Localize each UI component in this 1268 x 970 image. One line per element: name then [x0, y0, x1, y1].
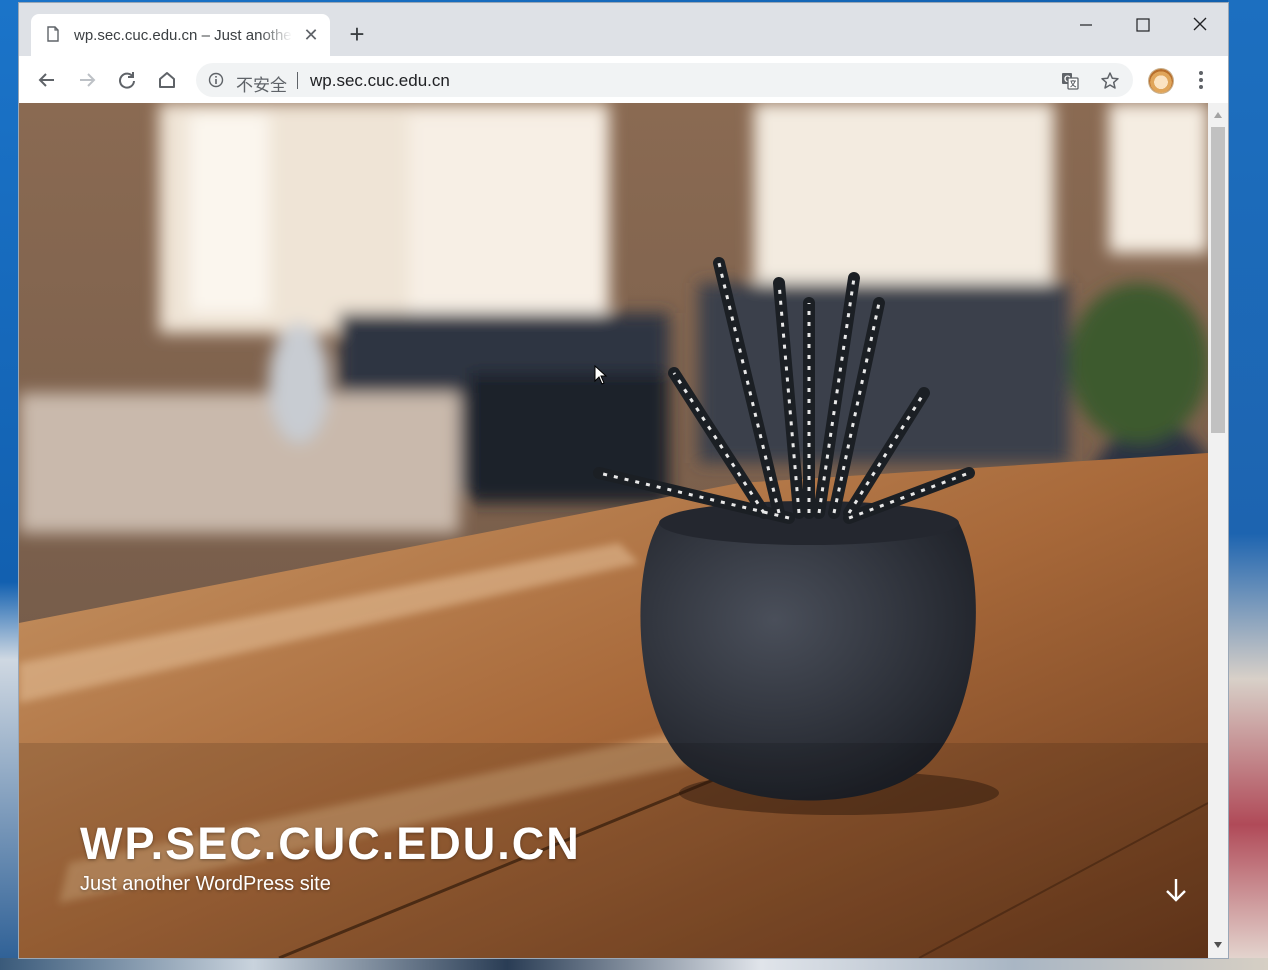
home-icon[interactable]: [155, 68, 179, 92]
minimize-icon[interactable]: [1071, 11, 1101, 39]
tab-strip: wp.sec.cuc.edu.cn – Just another WordPre…: [19, 3, 1228, 56]
site-tagline: Just another WordPress site: [80, 873, 331, 895]
browser-tab[interactable]: wp.sec.cuc.edu.cn – Just another WordPre…: [31, 14, 330, 56]
new-tab-button[interactable]: +: [345, 21, 369, 47]
reload-icon[interactable]: [115, 68, 139, 92]
info-icon[interactable]: [208, 72, 224, 88]
arrow-down-icon[interactable]: [1163, 876, 1189, 904]
address-bar[interactable]: 不安全 wp.sec.cuc.edu.cn G: [196, 63, 1133, 97]
maximize-icon[interactable]: [1128, 11, 1158, 39]
mouse-pointer-icon: [594, 365, 608, 385]
scroll-up-arrow-icon[interactable]: [1213, 111, 1223, 119]
vertical-scrollbar[interactable]: [1208, 103, 1228, 958]
translate-icon[interactable]: G: [1060, 71, 1080, 91]
page-viewport: WP.SEC.CUC.EDU.CN Just another WordPress…: [19, 103, 1208, 958]
desktop-background-left: [0, 0, 20, 970]
browser-window: wp.sec.cuc.edu.cn – Just another WordPre…: [19, 3, 1228, 958]
bookmark-star-icon[interactable]: [1100, 71, 1120, 91]
browser-toolbar: 不安全 wp.sec.cuc.edu.cn G: [19, 56, 1228, 104]
back-arrow-icon[interactable]: [35, 68, 59, 92]
url-text[interactable]: wp.sec.cuc.edu.cn: [310, 71, 450, 91]
site-title[interactable]: WP.SEC.CUC.EDU.CN: [80, 818, 581, 869]
close-icon[interactable]: [1185, 11, 1215, 39]
security-status-label[interactable]: 不安全: [236, 71, 287, 95]
desktop-background-right: [1228, 0, 1268, 970]
page-document-icon: [47, 26, 59, 42]
desktop-taskbar-strip: [0, 958, 1268, 970]
kebab-menu-icon[interactable]: [1191, 68, 1211, 92]
omnibox-divider: [297, 72, 298, 89]
profile-avatar[interactable]: [1149, 69, 1173, 93]
forward-arrow-icon[interactable]: [75, 68, 99, 92]
scrollbar-thumb[interactable]: [1211, 127, 1225, 433]
scroll-down-arrow-icon[interactable]: [1213, 941, 1223, 949]
tab-close-icon[interactable]: ✕: [301, 25, 321, 45]
tab-title: wp.sec.cuc.edu.cn – Just another WordPre…: [74, 27, 292, 44]
